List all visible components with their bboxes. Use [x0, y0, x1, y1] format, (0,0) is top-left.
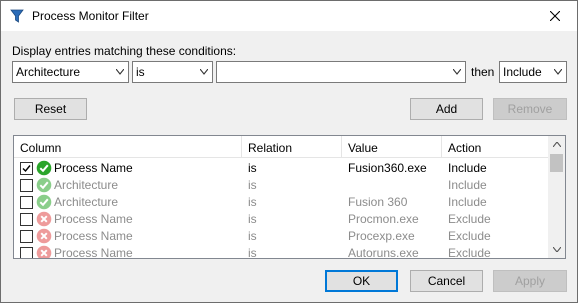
row-checkbox[interactable]: [20, 230, 33, 243]
row-cell-relation: is: [248, 229, 257, 243]
row-checkbox[interactable]: [20, 162, 33, 175]
reset-button[interactable]: Reset: [14, 98, 87, 120]
x-circle-icon: [36, 245, 52, 258]
ok-button-label: OK: [352, 274, 371, 288]
ok-button[interactable]: OK: [325, 270, 398, 292]
column-header-action[interactable]: Action: [442, 136, 542, 158]
list-header: Column Relation Value Action: [14, 136, 549, 158]
close-button[interactable]: [532, 1, 577, 31]
add-button[interactable]: Add: [410, 98, 483, 120]
row-cell-column: Architecture: [54, 178, 119, 192]
cancel-button[interactable]: Cancel: [410, 270, 483, 292]
title-bar: Process Monitor Filter: [1, 1, 577, 31]
row-checkbox[interactable]: [20, 179, 33, 192]
column-dropdown[interactable]: Architecture: [12, 61, 129, 83]
table-row[interactable]: Architecture is Fusion 360 Include: [14, 194, 549, 211]
chevron-down-icon: [453, 69, 461, 75]
row-cell-value: Fusion 360: [348, 195, 408, 209]
window-title: Process Monitor Filter: [32, 9, 149, 23]
list-vertical-scrollbar[interactable]: [548, 136, 565, 258]
row-cell-relation: is: [248, 212, 257, 226]
process-monitor-filter-dialog: Process Monitor Filter Display entries m…: [0, 0, 578, 303]
row-cell-action: Include: [448, 195, 487, 209]
scroll-thumb[interactable]: [550, 154, 563, 172]
row-cell-relation: is: [248, 178, 257, 192]
row-cell-relation: is: [248, 246, 257, 259]
apply-button-label: Apply: [514, 274, 546, 288]
row-checkbox[interactable]: [20, 247, 33, 258]
row-cell-value: Procexp.exe: [348, 229, 415, 243]
row-cell-action: Exclude: [448, 246, 491, 259]
apply-button[interactable]: Apply: [493, 270, 567, 292]
action-dropdown[interactable]: Include: [499, 61, 567, 83]
column-dropdown-value: Architecture: [16, 65, 81, 79]
filter-icon: [10, 9, 24, 23]
scroll-up-button[interactable]: [548, 136, 565, 153]
row-cell-action: Include: [448, 161, 487, 175]
cancel-button-label: Cancel: [427, 274, 466, 288]
check-circle-icon: [36, 194, 52, 210]
check-circle-icon: [36, 160, 52, 176]
row-cell-action: Exclude: [448, 212, 491, 226]
chevron-down-icon: [554, 69, 562, 75]
row-cell-column: Process Name: [54, 212, 133, 226]
row-cell-column: Process Name: [54, 229, 133, 243]
row-cell-value: Fusion360.exe: [348, 161, 427, 175]
table-row[interactable]: Architecture is Include: [14, 177, 549, 194]
checkmark-icon: [22, 165, 31, 173]
conditions-label: Display entries matching these condition…: [12, 44, 237, 58]
chevron-down-icon: [200, 69, 208, 75]
x-circle-icon: [36, 228, 52, 244]
chevron-up-icon: [552, 142, 561, 147]
column-header-label: Relation: [248, 141, 293, 155]
relation-dropdown[interactable]: is: [132, 61, 213, 83]
chevron-down-icon: [116, 69, 124, 75]
value-combobox[interactable]: [216, 61, 466, 83]
column-header-label: Column: [20, 141, 62, 155]
column-header-column[interactable]: Column: [14, 136, 242, 158]
row-cell-action: Include: [448, 178, 487, 192]
remove-button-label: Remove: [507, 102, 553, 116]
close-icon: [549, 11, 560, 21]
chevron-down-icon: [552, 247, 561, 252]
check-circle-icon: [36, 177, 52, 193]
add-button-label: Add: [435, 102, 458, 116]
row-cell-value: Procmon.exe: [348, 212, 419, 226]
row-cell-column: Architecture: [54, 195, 119, 209]
row-checkbox[interactable]: [20, 196, 33, 209]
table-row[interactable]: Process Name is Procmon.exe Exclude: [14, 211, 549, 228]
x-circle-icon: [36, 211, 52, 227]
table-row[interactable]: Process Name is Fusion360.exe Include: [14, 160, 549, 177]
table-row[interactable]: Process Name is Autoruns.exe Exclude: [14, 245, 549, 259]
reset-button-label: Reset: [34, 102, 67, 116]
remove-button[interactable]: Remove: [493, 98, 567, 120]
row-cell-column: Process Name: [54, 161, 133, 175]
column-header-label: Value: [348, 141, 378, 155]
column-header-relation[interactable]: Relation: [242, 136, 342, 158]
scroll-down-button[interactable]: [548, 241, 565, 258]
row-cell-relation: is: [248, 161, 257, 175]
row-cell-value: Autoruns.exe: [348, 246, 419, 259]
then-label: then: [471, 65, 495, 79]
row-cell-relation: is: [248, 195, 257, 209]
column-header-value[interactable]: Value: [342, 136, 442, 158]
row-cell-action: Exclude: [448, 229, 491, 243]
table-row[interactable]: Process Name is Procexp.exe Exclude: [14, 228, 549, 245]
column-header-label: Action: [448, 141, 482, 155]
row-cell-column: Process Name: [54, 246, 133, 259]
filter-list[interactable]: Column Relation Value Action Process Nam…: [13, 135, 566, 259]
row-checkbox[interactable]: [20, 213, 33, 226]
action-dropdown-value: Include: [503, 65, 542, 79]
relation-dropdown-value: is: [136, 65, 145, 79]
